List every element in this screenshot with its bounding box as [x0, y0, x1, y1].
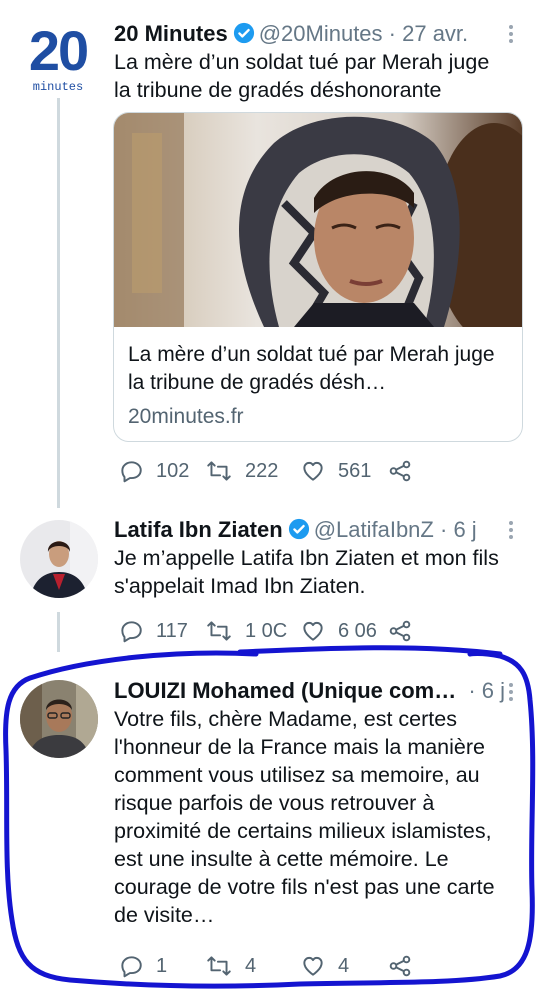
tweet-time[interactable]: · 6 j: [440, 517, 477, 542]
retweet-count: 1 0C: [245, 619, 288, 642]
reply-icon: [118, 618, 144, 644]
retweet-icon: [205, 458, 233, 484]
card-title: La mère d’un soldat tué par Merah juge l…: [128, 343, 495, 394]
like-icon: [300, 618, 326, 644]
reply-button[interactable]: 102: [118, 456, 189, 486]
reply-count: 102: [156, 459, 190, 482]
reply-icon: [118, 953, 144, 979]
tweet-time[interactable]: · 27 avr.: [389, 21, 468, 46]
tweet-header: LOUIZI Mohamed (Unique com… · 6 j: [114, 677, 505, 705]
tweet-actions: 102 222 561: [114, 456, 514, 486]
reply-count: 1: [156, 954, 168, 977]
share-icon: [387, 953, 413, 979]
like-count: 561: [338, 459, 372, 482]
share-button[interactable]: [387, 951, 413, 981]
tweet-header: 20 Minutes @20Minutes · 27 avr.: [114, 20, 468, 51]
logo-small-text: minutes: [33, 80, 83, 94]
reply-icon: [118, 458, 144, 484]
thread-line: [57, 612, 60, 652]
author-handle[interactable]: @LatifaIbnZ: [314, 517, 434, 542]
like-button[interactable]: 6 06: [300, 616, 377, 646]
share-button[interactable]: [387, 456, 413, 486]
avatar-latifa[interactable]: [20, 520, 98, 598]
avatar-20minutes-logo[interactable]: 20 minutes: [22, 18, 94, 94]
thread-line: [57, 98, 60, 508]
link-card[interactable]: La mère d’un soldat tué par Merah juge l…: [113, 112, 523, 442]
retweet-button[interactable]: 222: [205, 456, 278, 486]
retweet-count: 4: [245, 954, 257, 977]
article-photo: [114, 113, 522, 327]
like-count: 6 06: [338, 619, 377, 642]
retweet-icon: [205, 618, 233, 644]
tweet-text: Je m’appelle Latifa Ibn Ziaten et mon fi…: [114, 546, 499, 598]
tweet-header: Latifa Ibn Ziaten @LatifaIbnZ · 6 j: [114, 516, 477, 547]
tweet-actions: 1 4 4: [114, 951, 514, 981]
share-icon: [387, 618, 413, 644]
more-icon[interactable]: [508, 518, 514, 542]
author-name[interactable]: Latifa Ibn Ziaten: [114, 517, 283, 542]
retweet-icon: [205, 953, 233, 979]
author-handle[interactable]: @20Minutes: [259, 21, 383, 46]
share-button[interactable]: [387, 616, 413, 646]
like-count: 4: [338, 954, 350, 977]
like-icon: [300, 458, 326, 484]
verified-badge-icon: [288, 518, 310, 547]
reply-button[interactable]: 1: [118, 951, 167, 981]
avatar-louizi[interactable]: [20, 680, 98, 758]
more-icon[interactable]: [508, 22, 514, 46]
like-button[interactable]: 4: [300, 951, 349, 981]
like-button[interactable]: 561: [300, 456, 371, 486]
tweet-time[interactable]: · 6 j: [468, 678, 505, 703]
tweet-text: La mère d’un soldat tué par Merah juge l…: [114, 50, 490, 102]
share-icon: [387, 458, 413, 484]
author-name[interactable]: LOUIZI Mohamed (Unique com…: [114, 678, 456, 703]
like-icon: [300, 953, 326, 979]
more-icon[interactable]: [508, 680, 514, 704]
tweet-actions: 117 1 0C 6 06: [114, 616, 514, 646]
retweet-button[interactable]: 4: [205, 951, 256, 981]
card-domain: 20minutes.fr: [128, 405, 244, 428]
logo-big-text: 20: [29, 19, 87, 82]
retweet-button[interactable]: 1 0C: [205, 616, 287, 646]
verified-badge-icon: [233, 22, 255, 51]
reply-count: 117: [156, 619, 188, 642]
tweet-text: Votre fils, chère Madame, est certes l'h…: [114, 707, 495, 927]
retweet-count: 222: [245, 459, 279, 482]
reply-button[interactable]: 117: [118, 616, 188, 646]
author-name[interactable]: 20 Minutes: [114, 21, 228, 46]
